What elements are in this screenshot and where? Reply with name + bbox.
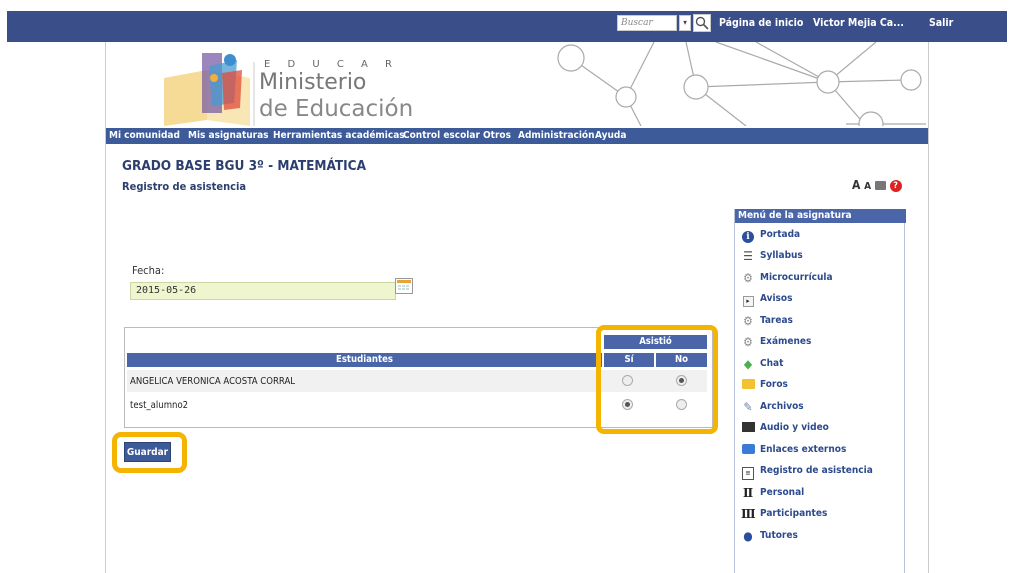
search-button[interactable] [693, 14, 711, 32]
user-icon: ● [743, 529, 753, 543]
search-icon [695, 16, 709, 30]
gears-icon: ⚙ [743, 314, 753, 328]
nav-administracion[interactable]: Administración [518, 130, 595, 141]
nav-herramientas-academicas[interactable]: Herramientas académicas [273, 130, 405, 141]
nav-mis-asignaturas[interactable]: Mis asignaturas [188, 130, 269, 141]
highlight-attendance-columns [596, 325, 718, 434]
chat-icon: ◆ [743, 357, 753, 371]
font-decrease-icon[interactable]: A [864, 181, 871, 192]
course-side-menu: Menú de la asignatura i Portada ☰ Syllab… [734, 209, 906, 573]
main-nav: Mi comunidad Mis asignaturas Herramienta… [106, 128, 928, 144]
logout-link[interactable]: Salir [929, 17, 953, 29]
page-title: GRADO BASE BGU 3º - MATEMÁTICA [122, 158, 366, 174]
nav-ayuda[interactable]: Ayuda [595, 130, 626, 141]
link-icon [741, 443, 755, 457]
highlight-save-button [112, 432, 187, 473]
date-input[interactable]: 2015-05-26 [130, 282, 396, 300]
nav-control-escolar[interactable]: Control escolar [403, 130, 480, 141]
logo-educacion-text: de Educación [259, 96, 414, 122]
info-icon: i [741, 228, 755, 243]
nav-mi-comunidad[interactable]: Mi comunidad [109, 130, 180, 141]
calendar-icon[interactable] [395, 278, 413, 294]
main-container: E D U C A R Ministerio de Educación Mi c… [105, 42, 929, 573]
side-item-label: Microcurrícula [760, 272, 833, 283]
side-item-label: Enlaces externos [760, 444, 847, 455]
side-item-label: Portada [760, 229, 801, 240]
student-name: test_alumno2 [130, 400, 189, 411]
home-link[interactable]: Página de inicio [719, 17, 803, 29]
side-item-label: Foros [760, 379, 788, 390]
help-icon[interactable]: ? [889, 179, 902, 192]
list-icon: ☰ [743, 249, 753, 263]
user-menu[interactable]: Victor Mejia Ca... [813, 17, 904, 29]
notice-icon: ▸ [741, 292, 755, 307]
files-icon: ✎ [743, 400, 753, 414]
logo-ministerio-text: Ministerio [259, 70, 367, 95]
page-tools: A A ? [852, 178, 902, 192]
gears-icon: ⚙ [743, 335, 753, 349]
participants-icon: Ⅲ [741, 507, 756, 521]
print-icon[interactable] [874, 181, 886, 190]
page-subtitle: Registro de asistencia [122, 180, 247, 193]
font-increase-icon[interactable]: A [852, 178, 860, 192]
nav-otros[interactable]: Otros [483, 130, 511, 141]
side-item-label: Participantes [760, 508, 828, 519]
search-input[interactable]: Buscar [617, 15, 677, 31]
chevron-down-icon: ▾ [683, 18, 687, 27]
logo-educar-text: E D U C A R [264, 59, 400, 70]
date-label: Fecha: [132, 264, 165, 277]
search-dropdown-button[interactable]: ▾ [679, 15, 691, 31]
gears-icon: ⚙ [743, 271, 753, 285]
register-icon: ≡ [741, 464, 755, 480]
header-students: Estudiantes [127, 353, 602, 367]
side-item-label: Archivos [760, 401, 804, 412]
side-item-label: Chat [760, 358, 784, 369]
side-item-label: Tutores [760, 530, 798, 541]
student-name: ANGELICA VERONICA ACOSTA CORRAL [130, 376, 296, 387]
top-bar: Buscar ▾ Página de inicio Victor Mejia C… [7, 11, 1007, 42]
side-item-label: Avisos [760, 293, 793, 304]
side-item-label: Exámenes [760, 336, 812, 347]
side-item-label: Personal [760, 487, 805, 498]
folder-icon [741, 378, 755, 392]
network-decoration-icon [557, 42, 926, 126]
side-item-label: Audio y video [760, 422, 829, 433]
side-item-label: Tareas [760, 315, 793, 326]
side-item-label: Syllabus [760, 250, 803, 261]
side-menu-title: Menú de la asignatura [735, 209, 906, 223]
personal-icon: Ⅱ [742, 486, 754, 500]
film-icon [741, 421, 755, 435]
side-item-label: Registro de asistencia [760, 465, 873, 476]
